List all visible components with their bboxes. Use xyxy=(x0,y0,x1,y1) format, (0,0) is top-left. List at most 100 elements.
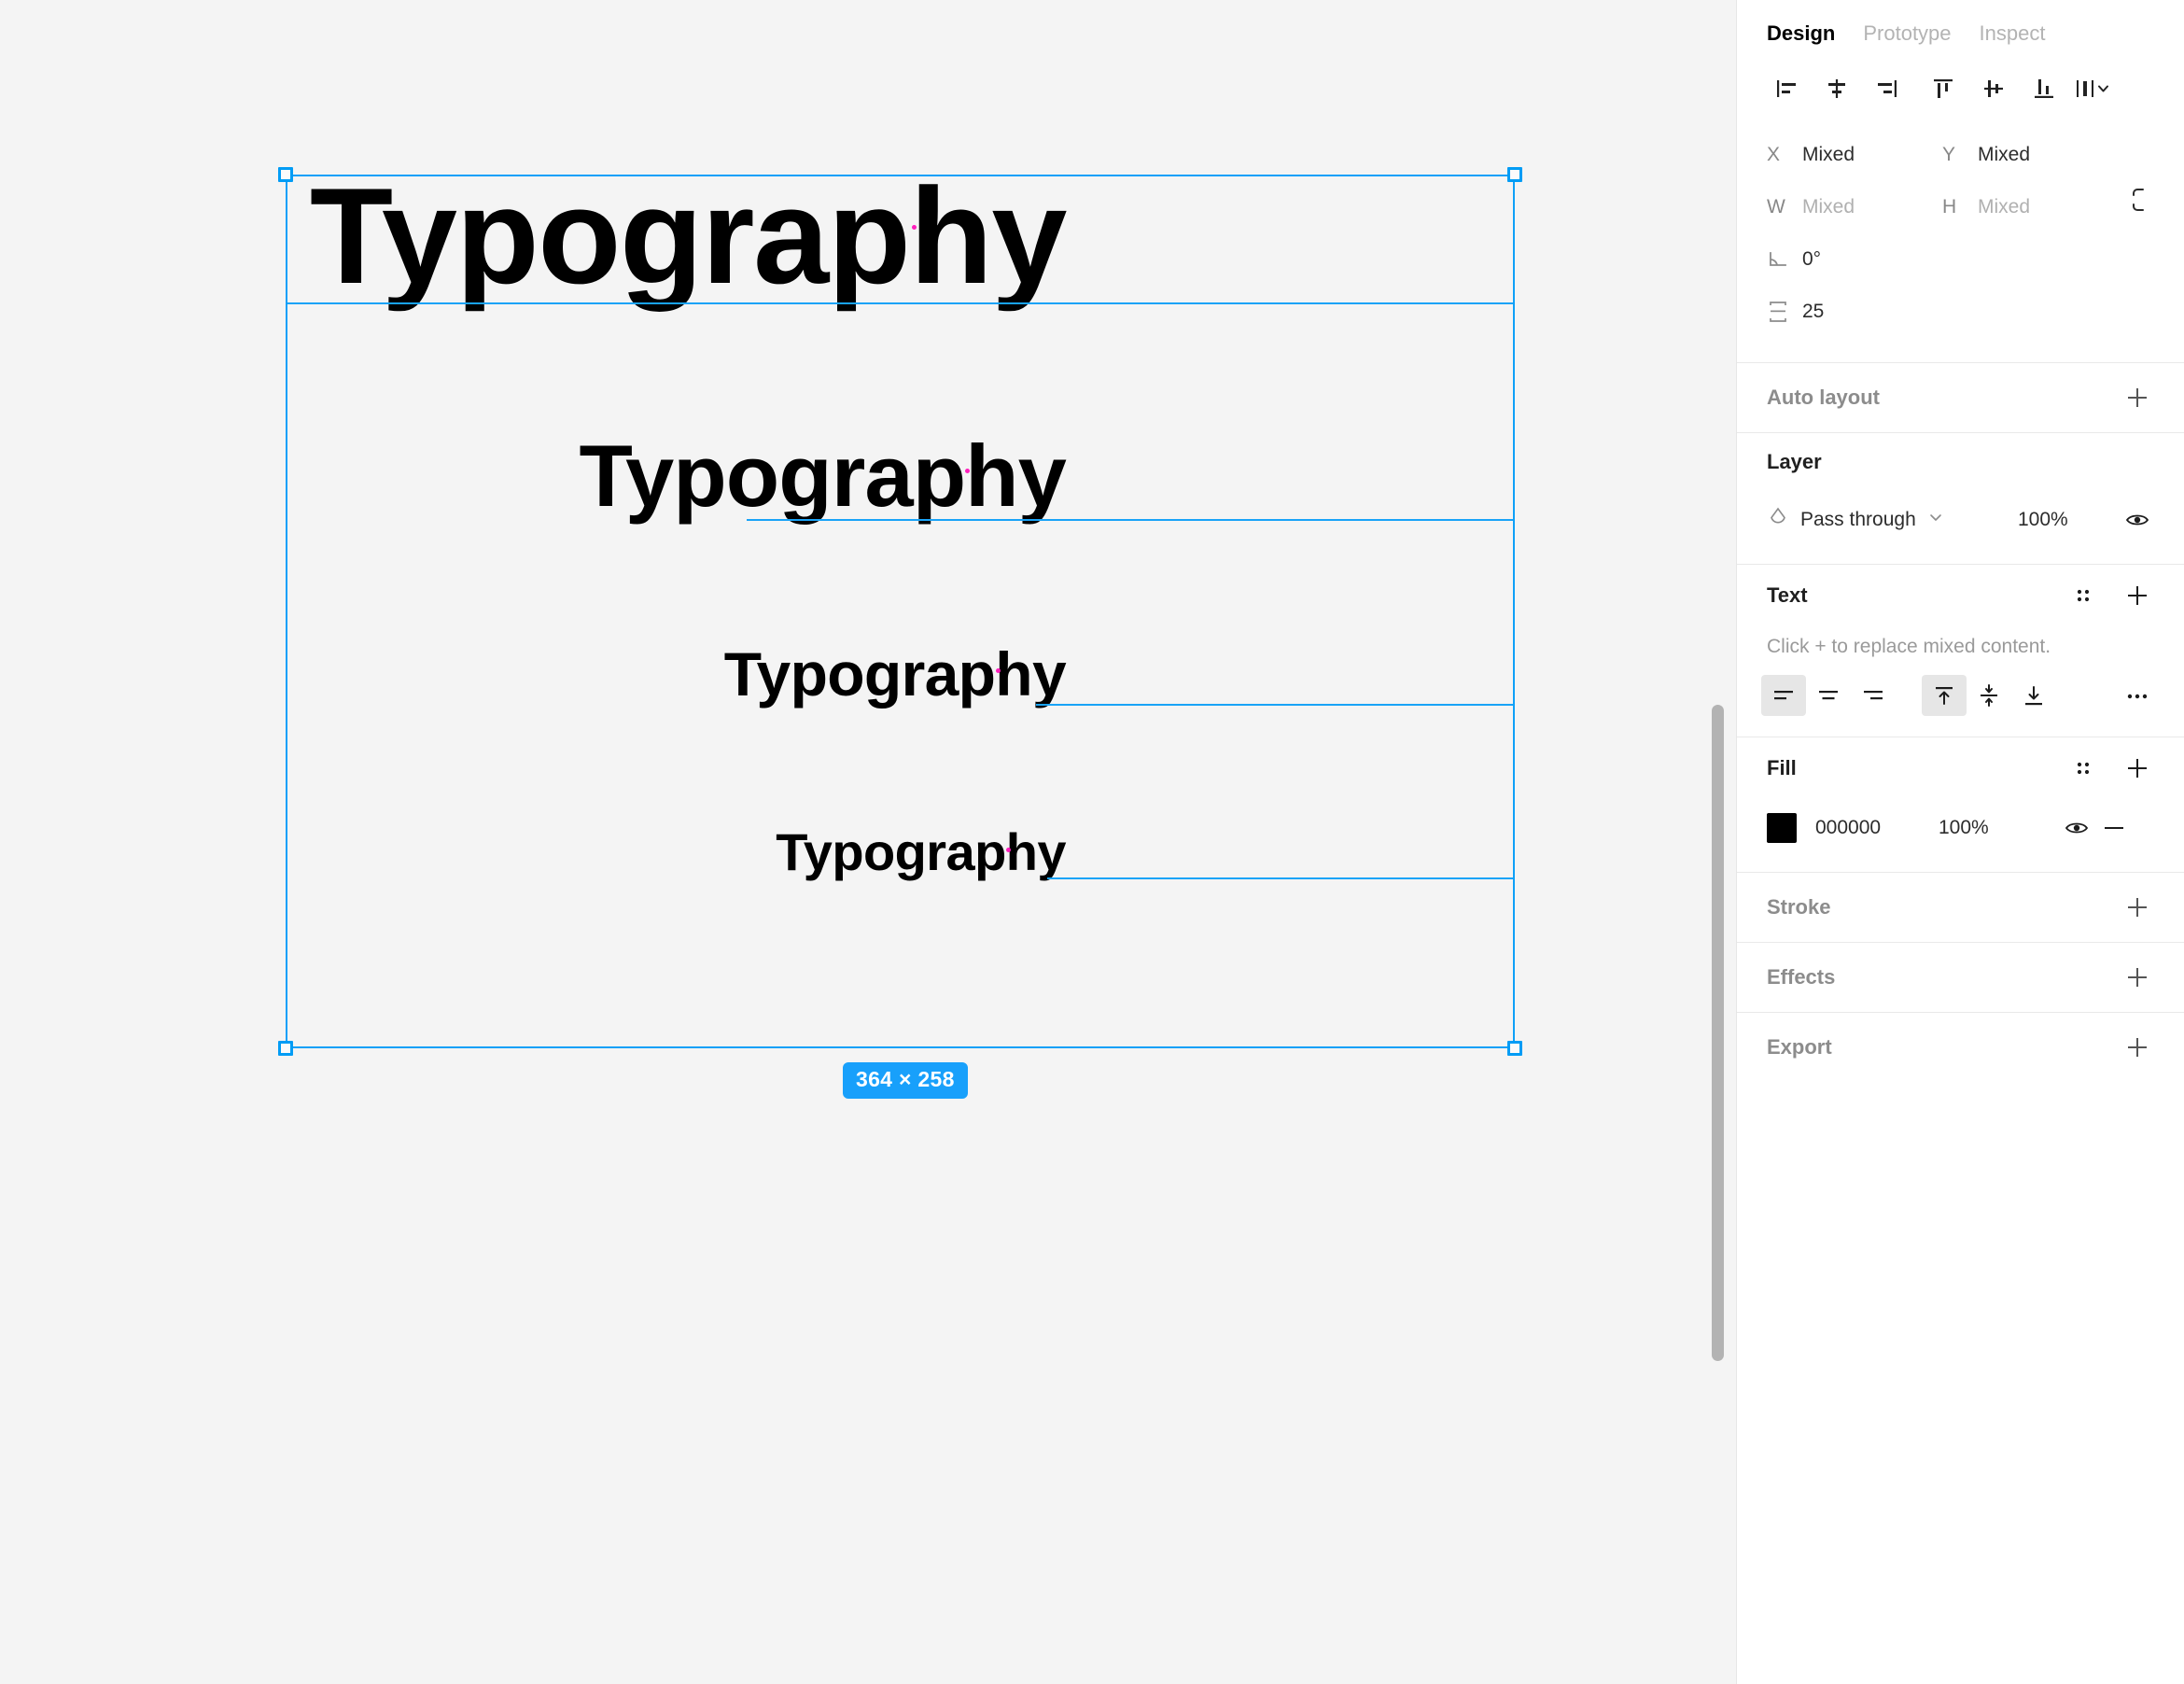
y-value: Mixed xyxy=(1978,144,2031,165)
rotation-icon xyxy=(1767,248,1802,271)
design-properties-panel: Design Prototype Inspect X Mixed Y Mixed… xyxy=(1712,0,2184,1684)
text-alignment-toolbar xyxy=(1737,667,2184,737)
resize-handle-bottom-right[interactable] xyxy=(1507,1041,1522,1056)
resize-handle-bottom-left[interactable] xyxy=(278,1041,293,1056)
h-value: Mixed xyxy=(1978,196,2031,218)
fill-hex-value[interactable]: 000000 xyxy=(1815,817,1939,839)
chevron-down-icon xyxy=(1927,509,1944,531)
size-row: W Mixed H Mixed xyxy=(1767,181,2154,233)
rotation-value: 0° xyxy=(1802,248,1822,270)
rotation-row: 0° xyxy=(1767,233,2154,286)
canvas-text-4[interactable]: Typography xyxy=(776,826,1066,878)
tab-inspect[interactable]: Inspect xyxy=(1980,14,2046,46)
remove-fill-icon[interactable] xyxy=(2095,809,2133,847)
align-bottom-icon[interactable] xyxy=(2019,68,2069,109)
tab-prototype[interactable]: Prototype xyxy=(1863,14,1951,46)
text-anchor-dot xyxy=(995,668,1001,673)
align-right-icon[interactable] xyxy=(1862,68,1912,109)
text-baseline-3 xyxy=(1036,704,1514,706)
panel-scrollbar[interactable] xyxy=(1712,705,1724,1361)
text-align-left-icon[interactable] xyxy=(1761,675,1806,716)
add-fill-icon[interactable] xyxy=(2119,750,2156,787)
export-title: Export xyxy=(1767,1035,1832,1059)
position-row: X Mixed Y Mixed xyxy=(1767,129,2154,181)
selection-size-badge: 364 × 258 xyxy=(843,1062,968,1100)
auto-layout-title: Auto layout xyxy=(1767,386,1880,409)
w-field[interactable]: W Mixed xyxy=(1767,196,1942,218)
text-anchor-dot xyxy=(911,225,917,230)
align-horizontal-centers-icon[interactable] xyxy=(1812,68,1862,109)
add-auto-layout-icon[interactable] xyxy=(2119,379,2156,416)
rotation-field[interactable]: 0° xyxy=(1767,248,1942,271)
text-baseline-2 xyxy=(747,519,1514,521)
layer-opacity-value[interactable]: 100% xyxy=(2018,509,2119,531)
y-field[interactable]: Y Mixed xyxy=(1942,144,2118,166)
y-label: Y xyxy=(1942,144,1956,165)
x-value: Mixed xyxy=(1802,144,1855,165)
text-align-right-icon[interactable] xyxy=(1851,675,1896,716)
fill-visibility-eye-icon[interactable] xyxy=(2058,809,2095,847)
blend-mode-select[interactable]: Pass through xyxy=(1767,506,2018,534)
text-baseline-1 xyxy=(286,302,1514,304)
align-top-icon[interactable] xyxy=(1918,68,1968,109)
text-align-middle-icon[interactable] xyxy=(1967,675,2011,716)
fill-opacity-value[interactable]: 100% xyxy=(1939,817,2058,839)
add-stroke-icon[interactable] xyxy=(2119,889,2156,926)
constrain-proportions-icon[interactable] xyxy=(2124,181,2156,218)
w-label: W xyxy=(1767,196,1785,218)
text-styles-grid-icon[interactable] xyxy=(2065,577,2102,614)
corner-radius-row: 25 xyxy=(1767,286,2154,338)
alignment-toolbar xyxy=(1737,60,2184,118)
corner-radius-field[interactable]: 25 xyxy=(1767,300,1942,324)
corner-radius-icon xyxy=(1767,300,1802,324)
fill-section-header: Fill xyxy=(1737,737,2184,799)
tab-design[interactable]: Design xyxy=(1767,14,1835,46)
text-align-top-icon[interactable] xyxy=(1922,675,1967,716)
h-field[interactable]: H Mixed xyxy=(1942,196,2118,218)
text-align-center-icon[interactable] xyxy=(1806,675,1851,716)
x-field[interactable]: X Mixed xyxy=(1767,144,1942,166)
blend-mode-icon xyxy=(1767,506,1789,534)
layer-section-header: Layer xyxy=(1737,433,2184,491)
align-left-icon[interactable] xyxy=(1761,68,1812,109)
corner-radius-value: 25 xyxy=(1802,301,1825,322)
add-effect-icon[interactable] xyxy=(2119,959,2156,996)
stroke-section: Stroke xyxy=(1737,873,2184,942)
w-value: Mixed xyxy=(1802,196,1855,218)
canvas-text-3-label: Typography xyxy=(723,639,1067,709)
resize-handle-top-right[interactable] xyxy=(1507,167,1522,182)
fill-color-swatch[interactable] xyxy=(1767,813,1797,843)
layer-title: Layer xyxy=(1767,450,1822,473)
text-mixed-hint: Click + to replace mixed content. xyxy=(1767,636,2051,657)
text-more-options-icon[interactable] xyxy=(2119,677,2156,714)
resize-handle-top-left[interactable] xyxy=(278,167,293,182)
text-align-bottom-icon[interactable] xyxy=(2011,675,2056,716)
fill-title: Fill xyxy=(1767,756,1797,779)
fill-styles-grid-icon[interactable] xyxy=(2065,750,2102,787)
h-label: H xyxy=(1942,196,1957,218)
effects-section: Effects xyxy=(1737,943,2184,1012)
canvas-text-2-label: Typography xyxy=(579,427,1067,525)
align-vertical-centers-icon[interactable] xyxy=(1968,68,2019,109)
text-title: Text xyxy=(1767,583,1808,607)
layer-visibility-eye-icon[interactable] xyxy=(2119,501,2156,539)
canvas-text-3[interactable]: Typography xyxy=(724,643,1067,705)
add-text-style-icon[interactable] xyxy=(2119,577,2156,614)
canvas-text-1[interactable]: Typography xyxy=(310,168,1068,304)
canvas-text-4-label: Typography xyxy=(776,822,1066,881)
canvas-text-1-label: Typography xyxy=(309,160,1068,312)
panel-tabs: Design Prototype Inspect xyxy=(1737,0,2184,60)
export-section: Export xyxy=(1737,1013,2184,1082)
layer-blend-row: Pass through 100% xyxy=(1737,491,2184,549)
stroke-title: Stroke xyxy=(1767,895,1831,919)
blend-mode-value: Pass through xyxy=(1800,509,1916,530)
x-label: X xyxy=(1767,144,1781,165)
canvas-text-2[interactable]: Typography xyxy=(579,432,1067,520)
transform-properties: X Mixed Y Mixed W Mixed H Mixed 0° 25 xyxy=(1737,118,2184,344)
effects-title: Effects xyxy=(1767,965,1836,989)
text-baseline-4 xyxy=(1047,877,1514,879)
add-export-icon[interactable] xyxy=(2119,1029,2156,1066)
fill-row: 000000 100% xyxy=(1737,799,2184,857)
distribute-menu-icon[interactable] xyxy=(2069,68,2120,109)
design-canvas[interactable]: Typography Typography Typography Typogra… xyxy=(0,0,1736,1684)
